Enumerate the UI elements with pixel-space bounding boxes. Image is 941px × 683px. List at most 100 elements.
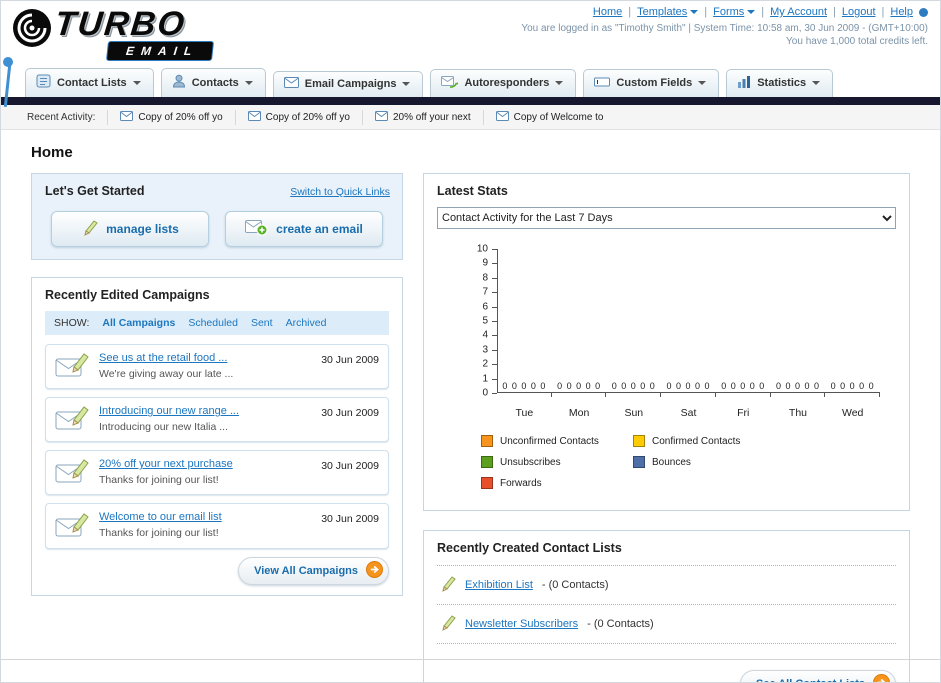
campaign-row[interactable]: 20% off your next purchase Thanks for jo… <box>45 450 389 496</box>
envelope-pencil-icon <box>55 352 89 381</box>
x-axis-label: Tue <box>515 407 534 419</box>
recent-activity-item[interactable]: 20% off your next <box>361 109 483 125</box>
campaigns-panel-title: Recently Edited Campaigns <box>45 288 210 302</box>
x-axis-tick <box>552 393 607 397</box>
logo-text: TURBO <box>53 5 188 43</box>
see-all-contact-lists-label: See All Contact Lists <box>756 678 865 682</box>
recent-activity-item[interactable]: Copy of Welcome to <box>482 109 616 125</box>
x-axis-label: Fri <box>737 407 750 419</box>
manage-lists-button[interactable]: manage lists <box>51 211 209 247</box>
filter-all-campaigns[interactable]: All Campaigns <box>102 317 175 329</box>
legend-label: Confirmed Contacts <box>652 435 741 447</box>
y-axis-label: 7 <box>482 286 488 298</box>
recent-activity-label: Recent Activity: <box>27 111 96 123</box>
campaign-title-link[interactable]: Introducing our new range ... <box>99 404 239 420</box>
legend-item: Unsubscribes <box>481 456 633 468</box>
nav-tab-email-campaigns[interactable]: Email Campaigns <box>272 71 424 97</box>
y-axis-label: 9 <box>482 257 488 269</box>
filter-sent[interactable]: Sent <box>251 317 273 329</box>
recent-activity-text: 20% off your next <box>392 111 471 123</box>
chevron-down-icon <box>244 80 253 85</box>
recent-activity-item[interactable]: Copy of 20% off yo <box>107 109 234 125</box>
envelope-pencil-icon <box>55 405 89 434</box>
header-link-forms[interactable]: Forms <box>713 6 756 18</box>
legend-item: Unconfirmed Contacts <box>481 435 633 447</box>
arrow-right-icon <box>873 674 890 682</box>
campaign-row[interactable]: Introducing our new range ... Introducin… <box>45 397 389 443</box>
header-link-logout[interactable]: Logout <box>842 6 876 18</box>
y-axis-label: 1 <box>482 373 488 385</box>
nav-tab-autoresponders[interactable]: Autoresponders <box>430 69 577 97</box>
header-link-help[interactable]: Help <box>890 6 913 18</box>
manage-lists-label: manage lists <box>106 222 179 236</box>
show-label: SHOW: <box>54 317 90 329</box>
logo-swirl-icon <box>11 7 53 52</box>
legend-item: Forwards <box>481 477 633 489</box>
statistics-icon <box>737 75 751 91</box>
help-icon[interactable] <box>919 7 928 17</box>
nav-tab-contact-lists[interactable]: Contact Lists <box>25 68 154 97</box>
contact-list-link[interactable]: Newsletter Subscribers <box>465 618 578 630</box>
chevron-down-icon <box>555 81 564 85</box>
header: TURBO EMAIL Home | Templates | Forms | M… <box>1 1 940 108</box>
page: TURBO EMAIL Home | Templates | Forms | M… <box>0 0 941 683</box>
legend-item: Bounces <box>633 456 785 468</box>
campaign-date: 30 Jun 2009 <box>321 354 379 366</box>
legend-label: Unsubscribes <box>500 456 561 468</box>
y-axis-label: 4 <box>482 329 488 341</box>
see-all-contact-lists-button[interactable]: See All Contact Lists <box>739 670 896 682</box>
campaign-title-link[interactable]: See us at the retail food ... <box>99 351 233 367</box>
campaign-title-link[interactable]: 20% off your next purchase <box>99 457 233 473</box>
chart-value-labels: 0 0 0 0 0 <box>775 381 820 391</box>
lists-panel-title: Recently Created Contact Lists <box>437 541 622 555</box>
x-axis-tick <box>771 393 826 397</box>
nav-divider-bar <box>1 97 940 105</box>
left-column: Let's Get Started Switch to Quick Links … <box>31 173 403 596</box>
recent-activity-text: Copy of 20% off yo <box>265 111 350 123</box>
campaign-subtitle: Thanks for joining our list! <box>99 474 219 487</box>
chart-x-ticks <box>497 393 881 397</box>
get-started-panel: Let's Get Started Switch to Quick Links … <box>31 173 403 260</box>
contacts-icon <box>172 74 186 91</box>
view-all-campaigns-button[interactable]: View All Campaigns <box>238 556 389 585</box>
campaign-row[interactable]: Welcome to our email list Thanks for joi… <box>45 503 389 549</box>
campaign-row[interactable]: See us at the retail food ... We're givi… <box>45 344 389 390</box>
x-axis-tick <box>825 393 881 397</box>
filter-archived[interactable]: Archived <box>286 317 327 329</box>
x-axis-tick <box>497 393 552 397</box>
campaign-title-link[interactable]: Welcome to our email list <box>99 510 222 526</box>
chart-value-labels: 0 0 0 0 0 <box>830 381 875 391</box>
envelope-icon <box>495 110 509 124</box>
pencil-icon <box>439 575 456 595</box>
campaign-date: 30 Jun 2009 <box>321 513 379 526</box>
recently-edited-campaigns-panel: Recently Edited Campaigns SHOW: All Camp… <box>31 277 403 596</box>
legend-swatch <box>633 456 645 468</box>
filter-scheduled[interactable]: Scheduled <box>188 317 238 329</box>
recent-activity-text: Copy of Welcome to <box>513 111 604 123</box>
header-link-my-account[interactable]: My Account <box>770 6 827 18</box>
nav-tab-statistics[interactable]: Statistics <box>726 69 834 97</box>
nav-tab-contacts[interactable]: Contacts <box>160 68 266 97</box>
create-email-button[interactable]: create an email <box>225 211 383 247</box>
header-link-home[interactable]: Home <box>593 6 622 18</box>
separator: | <box>628 6 632 18</box>
legend-item: Confirmed Contacts <box>633 435 785 447</box>
y-axis-label: 8 <box>482 272 488 284</box>
stats-range-select[interactable]: Contact Activity for the Last 7 Days <box>437 207 896 229</box>
y-axis-label: 6 <box>482 301 488 313</box>
contact-list-row[interactable]: Exhibition List - (0 Contacts) <box>437 566 896 605</box>
envelope-icon <box>374 110 388 124</box>
footer-divider <box>1 659 940 660</box>
contact-list-link[interactable]: Exhibition List <box>465 579 533 591</box>
contact-lists: Exhibition List - (0 Contacts) Newslette… <box>437 565 896 644</box>
chart-value-labels: 0 0 0 0 0 <box>721 381 766 391</box>
recent-activity-bar: Recent Activity: Copy of 20% off yo Copy… <box>1 105 940 130</box>
header-link-templates[interactable]: Templates <box>637 6 699 18</box>
switch-to-quick-links[interactable]: Switch to Quick Links <box>290 186 390 198</box>
nav-tab-label: Contacts <box>191 76 239 89</box>
recently-created-lists-panel: Recently Created Contact Lists Exhibitio… <box>423 530 910 682</box>
contact-list-row[interactable]: Newsletter Subscribers - (0 Contacts) <box>437 605 896 644</box>
recent-activity-item[interactable]: Copy of 20% off yo <box>234 109 362 125</box>
legend-swatch <box>481 435 493 447</box>
nav-tab-custom-fields[interactable]: Custom Fields <box>583 69 720 97</box>
